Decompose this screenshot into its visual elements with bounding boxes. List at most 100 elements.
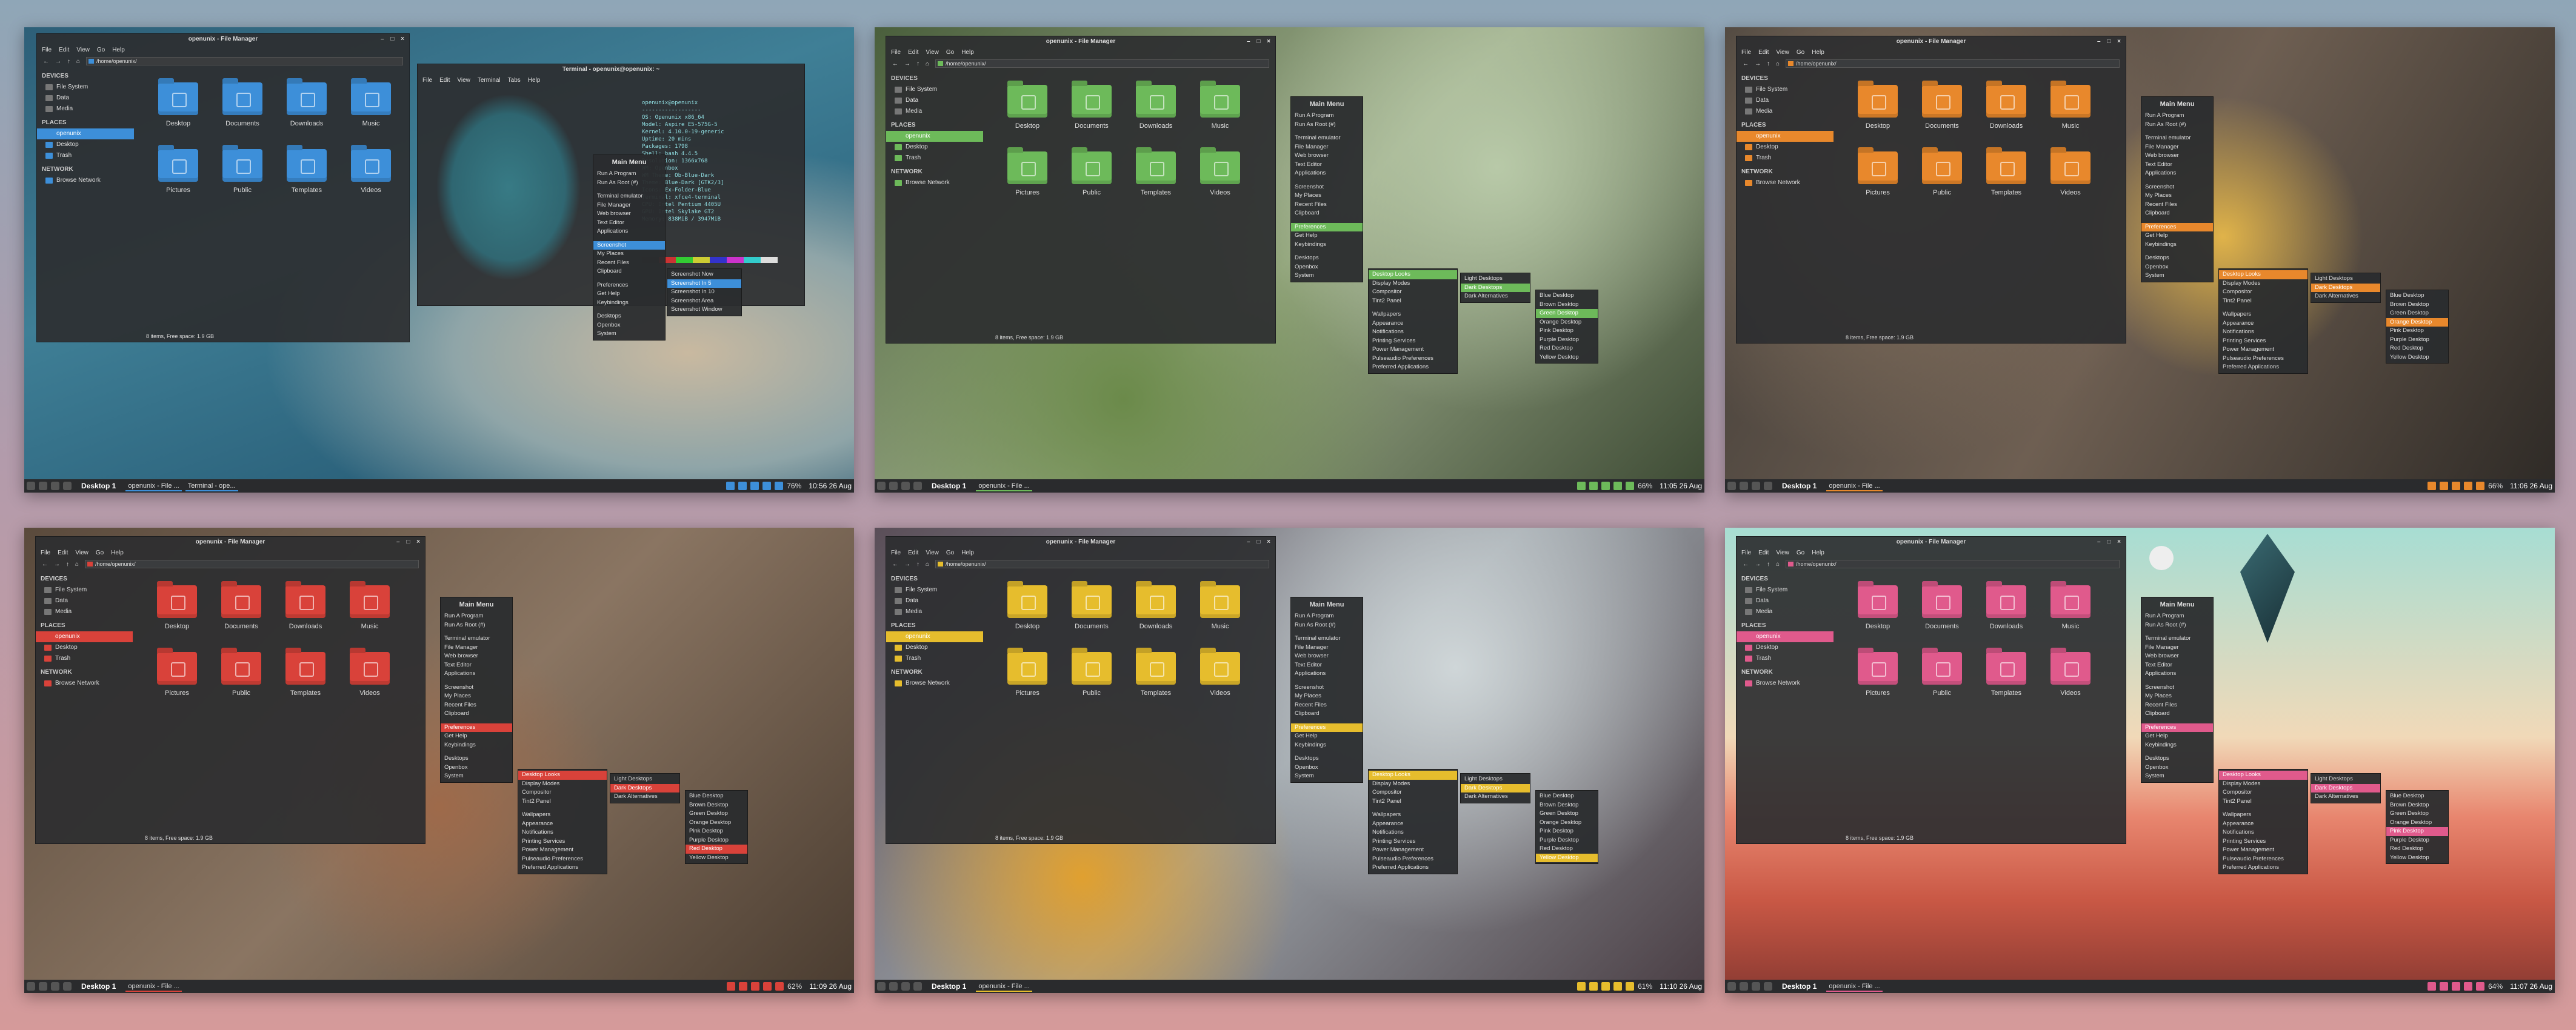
back-icon[interactable]: ← bbox=[42, 561, 48, 568]
sidebar-item-network[interactable]: Browse Network bbox=[886, 178, 983, 188]
main-menu-item[interactable]: Screenshot bbox=[1291, 183, 1363, 192]
sidebar-item-device[interactable]: Media bbox=[36, 606, 133, 617]
keyboard-icon[interactable] bbox=[1601, 982, 1610, 991]
terminal-icon[interactable] bbox=[51, 482, 59, 490]
folder-item[interactable]: Desktop bbox=[995, 85, 1059, 130]
desktop-color-item[interactable]: Green Desktop bbox=[1536, 309, 1598, 318]
menu-file[interactable]: File bbox=[891, 49, 901, 56]
back-icon[interactable]: ← bbox=[892, 61, 898, 67]
folder-item[interactable]: Templates bbox=[275, 149, 339, 194]
preferences-item[interactable]: Notifications bbox=[2219, 328, 2307, 337]
preferences-item[interactable]: Compositor bbox=[1369, 788, 1457, 797]
preferences-item[interactable]: Pulseaudio Preferences bbox=[2219, 855, 2307, 864]
forward-icon[interactable]: → bbox=[904, 561, 910, 568]
folder-item[interactable]: Pictures bbox=[1846, 652, 1910, 697]
screenshot-item[interactable]: Screenshot Window bbox=[667, 305, 741, 314]
folder-item[interactable]: Videos bbox=[2038, 652, 2103, 697]
preferences-item[interactable]: Appearance bbox=[2219, 820, 2307, 829]
main-menu-item[interactable]: Run A Program bbox=[1291, 612, 1363, 621]
main-menu-item[interactable]: Get Help bbox=[1291, 231, 1363, 241]
main-menu-item[interactable]: My Places bbox=[2141, 191, 2213, 201]
desktop-color-item[interactable]: Blue Desktop bbox=[686, 792, 747, 801]
main-menu-item[interactable]: Run A Program bbox=[2141, 111, 2213, 121]
main-menu-item[interactable]: Clipboard bbox=[441, 709, 512, 719]
desktop-color-item[interactable]: Purple Desktop bbox=[2386, 836, 2448, 845]
folder-item[interactable]: Documents bbox=[210, 82, 275, 127]
path-bar[interactable]: /home/openunix/ bbox=[1786, 59, 2120, 68]
main-menu-item[interactable]: My Places bbox=[593, 250, 665, 259]
files-icon[interactable] bbox=[1764, 982, 1772, 991]
window-controls[interactable]: – □ × bbox=[2097, 36, 2123, 47]
menu-go[interactable]: Go bbox=[96, 550, 104, 556]
desktop-color-item[interactable]: Orange Desktop bbox=[2386, 819, 2448, 828]
menu-file[interactable]: File bbox=[891, 550, 901, 556]
forward-icon[interactable]: → bbox=[904, 61, 910, 67]
main-menu-item[interactable]: Keybindings bbox=[2141, 741, 2213, 750]
back-icon[interactable]: ← bbox=[892, 561, 898, 568]
task-file-manager[interactable]: openunix - File ... bbox=[125, 480, 182, 491]
main-menu-item[interactable]: File Manager bbox=[1291, 643, 1363, 653]
bluetooth-icon[interactable] bbox=[2428, 482, 2437, 490]
files-icon[interactable] bbox=[1764, 482, 1772, 490]
main-menu-item[interactable]: Get Help bbox=[1291, 732, 1363, 741]
preferences-item[interactable]: Printing Services bbox=[2219, 837, 2307, 846]
sidebar-item-place[interactable]: Desktop bbox=[1737, 642, 1834, 653]
folder-item[interactable]: Music bbox=[1188, 585, 1252, 630]
bluetooth-icon[interactable] bbox=[727, 982, 736, 991]
folder-item[interactable]: Downloads bbox=[1124, 585, 1188, 630]
desktop-color-item[interactable]: Pink Desktop bbox=[686, 827, 747, 836]
main-menu-item[interactable]: Run A Program bbox=[2141, 612, 2213, 621]
folder-item[interactable]: Videos bbox=[1188, 151, 1252, 196]
menu-view[interactable]: View bbox=[926, 550, 939, 556]
screenshot-item[interactable]: Screenshot Area bbox=[667, 297, 741, 306]
desktop-color-item[interactable]: Yellow Desktop bbox=[1536, 853, 1598, 862]
bluetooth-icon[interactable] bbox=[2428, 982, 2437, 991]
main-menu-item[interactable]: Text Editor bbox=[1291, 161, 1363, 170]
network-icon[interactable] bbox=[2440, 482, 2449, 490]
folder-item[interactable]: Music bbox=[2038, 85, 2103, 130]
menu-go[interactable]: Go bbox=[1797, 550, 1804, 556]
desktop-looks-item[interactable]: Light Desktops bbox=[1461, 775, 1530, 784]
main-menu-item[interactable]: File Manager bbox=[1291, 143, 1363, 152]
main-menu-item[interactable]: Recent Files bbox=[1291, 701, 1363, 710]
main-menu-item[interactable]: System bbox=[2141, 271, 2213, 281]
sidebar-item-network[interactable]: Browse Network bbox=[37, 175, 134, 186]
terminal-menu[interactable]: View bbox=[457, 77, 470, 84]
menu-go[interactable]: Go bbox=[946, 550, 954, 556]
desktop-color-item[interactable]: Brown Desktop bbox=[1536, 301, 1598, 310]
main-menu-item[interactable]: Text Editor bbox=[593, 219, 665, 228]
main-menu-item[interactable]: Openbox bbox=[441, 763, 512, 772]
preferences-item[interactable]: Printing Services bbox=[2219, 337, 2307, 346]
menu-edit[interactable]: Edit bbox=[1758, 550, 1769, 556]
sidebar-item-device[interactable]: Data bbox=[886, 95, 983, 106]
folder-item[interactable]: Templates bbox=[1974, 652, 2038, 697]
main-menu-item[interactable]: Applications bbox=[1291, 670, 1363, 679]
main-menu-item[interactable]: Get Help bbox=[441, 732, 512, 741]
terminal-menu[interactable]: Terminal bbox=[478, 77, 501, 84]
sidebar-item-device[interactable]: Media bbox=[37, 104, 134, 115]
window-controls[interactable]: – □ × bbox=[2097, 537, 2123, 548]
terminal-icon[interactable] bbox=[1752, 982, 1760, 991]
menu-icon[interactable] bbox=[1727, 982, 1736, 991]
preferences-item[interactable]: Wallpapers bbox=[1369, 811, 1457, 820]
preferences-item[interactable]: Appearance bbox=[2219, 319, 2307, 328]
firefox-icon[interactable] bbox=[39, 482, 47, 490]
main-menu-item[interactable]: Preferences bbox=[2141, 723, 2213, 732]
network-icon[interactable] bbox=[1589, 482, 1598, 490]
volume-icon[interactable] bbox=[762, 482, 772, 490]
desktop-color-item[interactable]: Pink Desktop bbox=[1536, 827, 1598, 836]
main-menu-item[interactable]: Get Help bbox=[593, 290, 665, 299]
terminal-icon[interactable] bbox=[901, 982, 910, 991]
main-menu-item[interactable]: Applications bbox=[1291, 169, 1363, 178]
menu-edit[interactable]: Edit bbox=[908, 49, 918, 56]
main-menu-item[interactable]: Applications bbox=[2141, 169, 2213, 178]
task-file-manager[interactable]: openunix - File ... bbox=[125, 981, 182, 992]
sidebar-item-place[interactable]: Trash bbox=[886, 153, 983, 164]
folder-item[interactable]: Templates bbox=[1124, 652, 1188, 697]
main-menu-item[interactable]: Terminal emulator bbox=[2141, 134, 2213, 143]
main-menu-item[interactable]: Applications bbox=[441, 670, 512, 679]
sidebar-item-device[interactable]: Data bbox=[37, 93, 134, 104]
preferences-item[interactable]: Desktop Looks bbox=[1369, 771, 1457, 780]
desktop-looks-item[interactable]: Dark Desktops bbox=[2311, 283, 2380, 292]
folder-item[interactable]: Desktop bbox=[995, 585, 1059, 630]
